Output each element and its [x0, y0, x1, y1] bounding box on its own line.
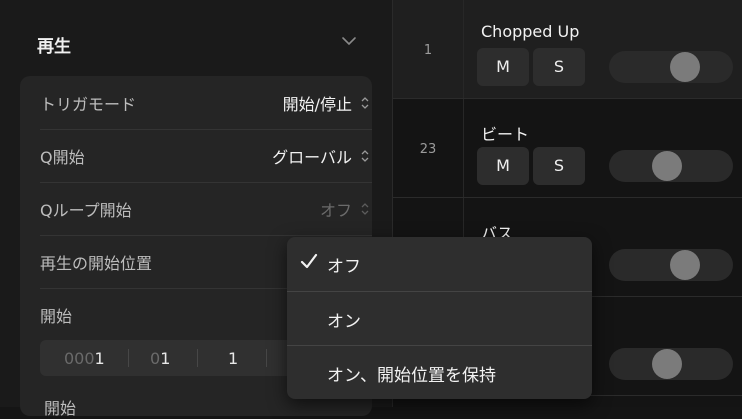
position-bar-leading: 000: [64, 349, 95, 368]
track-number: 23: [419, 142, 437, 157]
menu-item-on-keep-position[interactable]: オン、開始位置を保持: [287, 345, 592, 399]
track-name: Chopped Up: [481, 22, 580, 41]
position-bar-value: 1: [94, 349, 105, 368]
mute-button[interactable]: M: [477, 48, 529, 86]
mute-button[interactable]: M: [477, 147, 529, 185]
quantize-start-label: Q開始: [40, 148, 85, 167]
start-label: 開始: [40, 307, 73, 326]
quantize-loop-start-label: Qループ開始: [40, 201, 132, 220]
position-separator: [128, 349, 129, 367]
playback-section-header[interactable]: 再生: [37, 28, 357, 58]
trigger-mode-value[interactable]: 開始/停止: [283, 91, 352, 115]
quantize-start-value[interactable]: グローバル: [272, 144, 352, 168]
volume-slider[interactable]: [609, 348, 733, 380]
menu-item-off[interactable]: オフ: [287, 237, 592, 290]
position-beat[interactable]: 01: [150, 349, 170, 368]
quantize-loop-start-value[interactable]: オフ: [320, 197, 352, 221]
volume-slider-thumb[interactable]: [670, 250, 700, 280]
up-down-chevron-icon: [361, 97, 369, 109]
up-down-chevron-icon: [361, 203, 369, 215]
track-number: 1: [423, 43, 433, 58]
chevron-down-icon[interactable]: [341, 34, 357, 48]
menu-item-label: オフ: [327, 257, 361, 277]
section-title: 再生: [37, 37, 71, 57]
track-divider: [463, 99, 464, 197]
volume-slider-thumb[interactable]: [670, 52, 700, 82]
position-separator: [197, 349, 198, 367]
menu-item-on[interactable]: オン: [287, 291, 592, 345]
position-beat-value: 1: [160, 349, 171, 368]
menu-item-label: オン: [327, 312, 361, 332]
position-division[interactable]: 1: [228, 349, 238, 368]
solo-button[interactable]: S: [533, 48, 585, 86]
start-position-popup-menu: オフ オン オン、開始位置を保持: [287, 237, 592, 399]
trigger-mode-label: トリガモード: [40, 95, 137, 114]
volume-slider[interactable]: [609, 51, 733, 83]
row-trigger-mode[interactable]: トリガモード 開始/停止: [40, 76, 372, 130]
solo-button[interactable]: S: [533, 147, 585, 185]
track-row[interactable]: 23 ビート M S: [393, 99, 742, 198]
position-beat-leading: 0: [150, 349, 161, 368]
volume-slider-thumb[interactable]: [652, 151, 682, 181]
up-down-chevron-icon: [361, 150, 369, 162]
track-row[interactable]: 1 Chopped Up M S: [393, 0, 742, 99]
play-start-position-label: 再生の開始位置: [40, 254, 153, 273]
track-name: ビート: [481, 125, 530, 144]
row-quantize-loop-start[interactable]: Qループ開始 オフ: [40, 182, 372, 236]
track-divider: [463, 0, 464, 98]
position-separator: [266, 349, 267, 367]
volume-slider[interactable]: [609, 150, 733, 182]
volume-slider[interactable]: [609, 249, 733, 281]
volume-slider-thumb[interactable]: [652, 349, 682, 379]
next-row-label: 開始: [44, 399, 77, 418]
position-bar[interactable]: 0001: [64, 349, 105, 368]
checkmark-icon: [300, 253, 318, 269]
menu-item-label: オン、開始位置を保持: [327, 366, 496, 386]
row-quantize-start[interactable]: Q開始 グローバル: [40, 129, 372, 183]
